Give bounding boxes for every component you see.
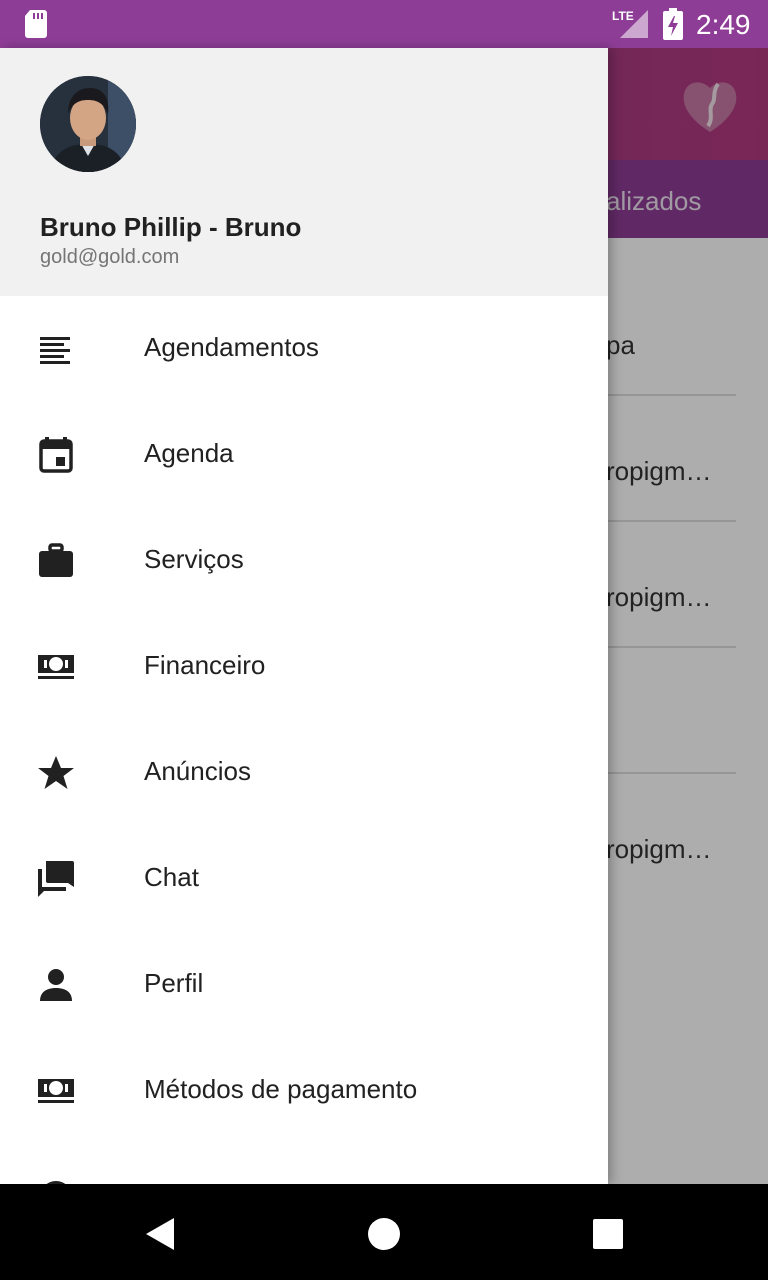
menu-item-agenda[interactable]: Agenda [0, 402, 608, 508]
menu-item-label: Financeiro [144, 650, 266, 680]
menu-item-servicos[interactable]: Serviços [0, 508, 608, 614]
navigation-drawer: Bruno Phillip - Bruno gold@gold.com Agen… [0, 48, 608, 1184]
user-avatar-icon [40, 76, 136, 172]
menu-item-chat[interactable]: Chat [0, 826, 608, 932]
menu-item-label: Serviços [144, 544, 244, 574]
system-nav-bar [0, 1184, 768, 1280]
battery-charging-icon [663, 8, 683, 40]
status-time: 2:49 [696, 9, 751, 40]
partial-icon [46, 1181, 66, 1184]
money-icon [38, 1079, 74, 1103]
menu-item-label: Agendamentos [144, 332, 319, 362]
lte-signal-icon: LTE [612, 9, 648, 38]
menu-item-label: Anúncios [144, 756, 251, 786]
menu-item-metodos-pagamento[interactable]: Métodos de pagamento [0, 1038, 608, 1144]
money-icon [38, 655, 74, 679]
person-icon [40, 969, 72, 1001]
menu-item-financeiro[interactable]: Financeiro [0, 614, 608, 720]
recents-icon[interactable] [590, 1216, 626, 1252]
menu-item-agendamentos[interactable]: Agendamentos [0, 296, 608, 402]
back-icon[interactable] [142, 1216, 178, 1252]
menu-item-partial[interactable] [0, 1144, 608, 1184]
svg-text:LTE: LTE [612, 9, 634, 23]
avatar[interactable] [40, 76, 136, 172]
home-icon[interactable] [366, 1216, 402, 1252]
menu-item-perfil[interactable]: Perfil [0, 932, 608, 1038]
calendar-icon [39, 437, 73, 473]
status-bar: LTE 2:49 [0, 0, 768, 48]
chat-icon [38, 861, 74, 897]
briefcase-icon [39, 543, 73, 577]
star-icon [38, 756, 74, 789]
menu-item-label: Chat [144, 862, 199, 892]
menu-item-label: Perfil [144, 968, 204, 998]
sd-card-icon [25, 10, 47, 38]
drawer-menu: Agendamentos Agenda Serviços Financeiro … [0, 296, 608, 1184]
list-icon [40, 337, 70, 364]
user-email: gold@gold.com [40, 246, 180, 268]
menu-item-label: Métodos de pagamento [144, 1074, 418, 1104]
user-name: Bruno Phillip - Bruno [40, 212, 302, 242]
drawer-header: Bruno Phillip - Bruno gold@gold.com [0, 48, 608, 296]
menu-item-label: Agenda [144, 438, 234, 468]
menu-item-anuncios[interactable]: Anúncios [0, 720, 608, 826]
